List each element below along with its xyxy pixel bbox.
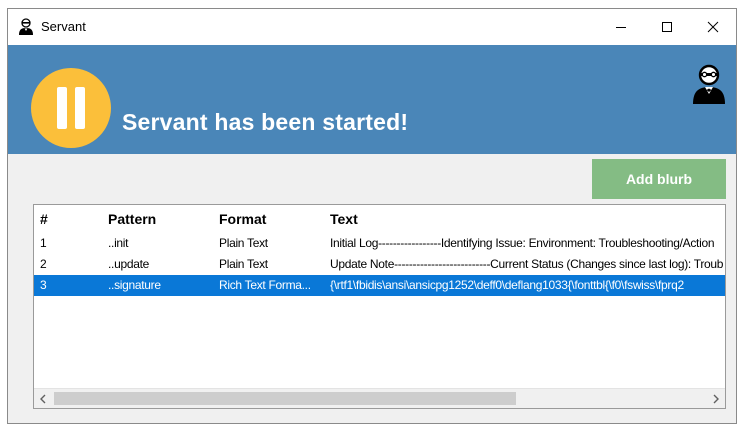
row-pattern: ..update — [108, 257, 149, 271]
status-banner: Servant has been started! — [8, 45, 736, 154]
close-icon — [707, 21, 719, 33]
row-pattern: ..signature — [108, 278, 161, 292]
scroll-left-icon — [40, 394, 46, 403]
maximize-button[interactable] — [644, 9, 690, 45]
column-header-format[interactable]: Format — [219, 208, 327, 230]
window-title: Servant — [41, 19, 86, 34]
pause-button[interactable] — [31, 68, 111, 148]
minimize-icon — [616, 27, 626, 28]
horizontal-scrollbar[interactable] — [34, 388, 725, 408]
row-text: Initial Log-----------------Identifying … — [330, 236, 715, 250]
row-pattern: ..init — [108, 236, 129, 250]
pause-icon — [57, 87, 67, 129]
list-header: # Pattern Format Text — [34, 208, 725, 230]
row-text: Update Note--------------------------Cur… — [330, 257, 724, 271]
row-format: Rich Text Forma... — [219, 278, 311, 292]
row-format: Plain Text — [219, 257, 268, 271]
column-header-pattern[interactable]: Pattern — [108, 208, 216, 230]
add-blurb-button[interactable]: Add blurb — [592, 159, 726, 199]
status-message: Servant has been started! — [122, 109, 409, 135]
title-bar[interactable]: Servant — [8, 9, 736, 45]
row-number: 1 — [40, 236, 47, 250]
minimize-button[interactable] — [598, 9, 644, 45]
row-number: 3 — [40, 278, 47, 292]
close-button[interactable] — [690, 9, 736, 45]
row-text: {\rtf1\fbidis\ansi\ansicpg1252\deff0\def… — [330, 278, 684, 292]
list-item[interactable]: 1 ..init Plain Text Initial Log---------… — [34, 233, 725, 254]
scrollbar-thumb[interactable] — [54, 392, 516, 405]
app-window: Servant Servant has been started! Add bl… — [7, 8, 737, 424]
butler-icon — [693, 64, 725, 104]
servant-icon — [19, 18, 33, 35]
list-item[interactable]: 2 ..update Plain Text Update Note-------… — [34, 254, 725, 275]
maximize-icon — [662, 22, 672, 32]
scroll-right-button[interactable] — [707, 389, 725, 408]
row-number: 2 — [40, 257, 47, 271]
column-header-text[interactable]: Text — [330, 208, 725, 230]
column-header-number[interactable]: # — [40, 208, 100, 230]
list-item-selected[interactable]: 3 ..signature Rich Text Forma... {\rtf1\… — [34, 275, 725, 296]
blurb-list[interactable]: # Pattern Format Text 1 ..init Plain Tex… — [33, 204, 726, 409]
scroll-right-icon — [713, 394, 719, 403]
scroll-left-button[interactable] — [34, 389, 52, 408]
row-format: Plain Text — [219, 236, 268, 250]
